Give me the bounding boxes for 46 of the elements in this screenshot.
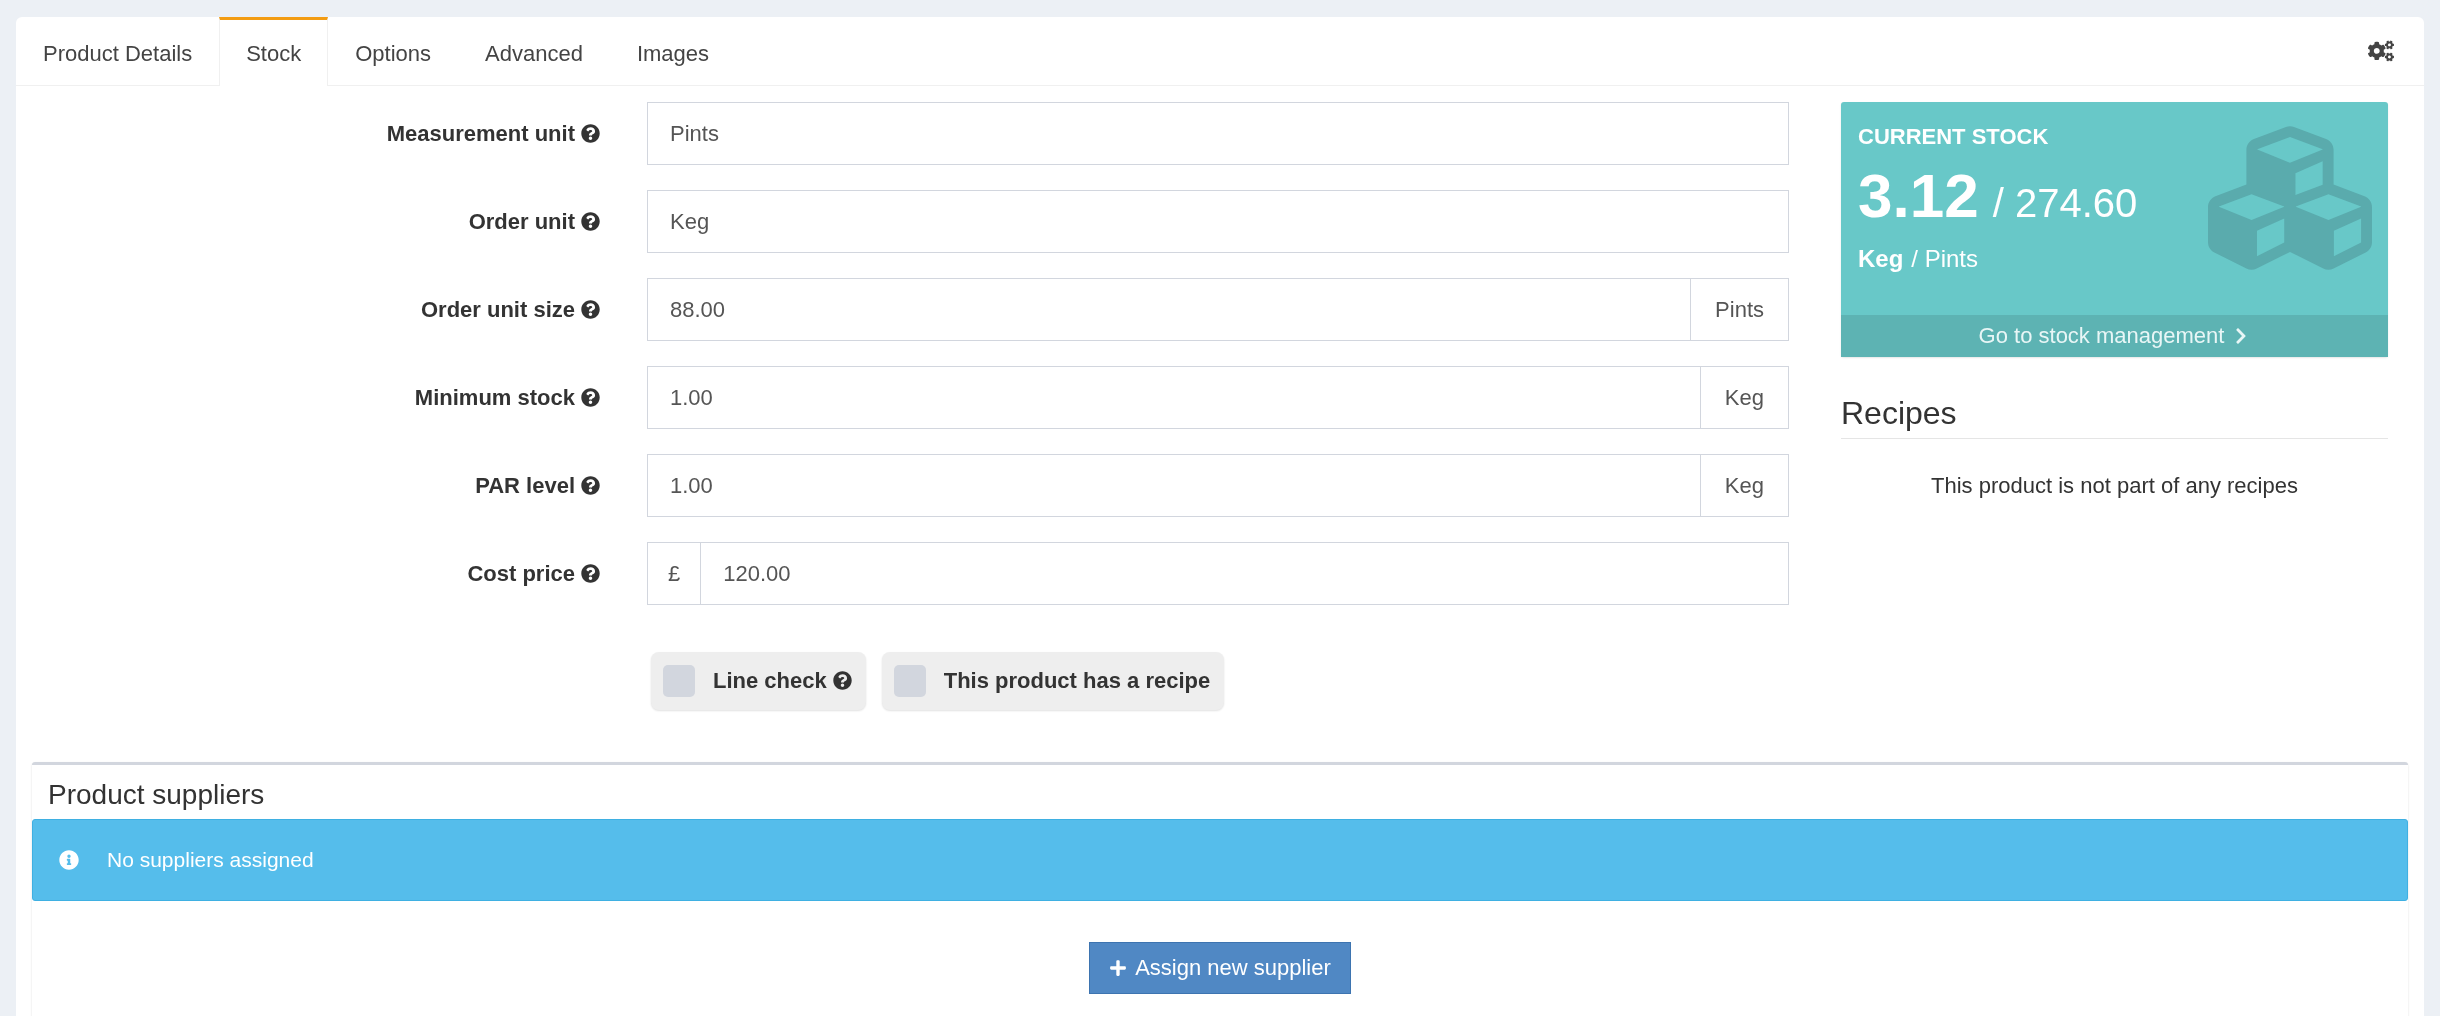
field-label: Minimum stock <box>16 384 604 411</box>
settings-icon[interactable] <box>2368 38 2394 64</box>
input-field[interactable]: 120.00 <box>700 542 1789 605</box>
panel-title: Product suppliers <box>47 778 266 812</box>
checkbox-label: Line check <box>713 668 852 694</box>
tab[interactable]: Product Details <box>16 17 220 86</box>
field-label: Order unit <box>16 208 604 235</box>
help-icon[interactable] <box>581 387 600 407</box>
tab[interactable]: Stock <box>219 17 329 86</box>
plus-icon <box>1109 959 1128 977</box>
recipes-heading: Recipes <box>1841 395 2388 439</box>
help-icon[interactable] <box>581 299 600 319</box>
alert-text: No suppliers assigned <box>107 848 314 872</box>
tab[interactable]: Options <box>328 17 459 86</box>
total-stock: / 274.60 <box>1992 181 2138 226</box>
input-field[interactable]: Keg <box>647 190 1789 253</box>
help-icon[interactable] <box>581 475 600 495</box>
field-label: Measurement unit <box>16 120 604 147</box>
measure-unit: / Pints <box>1911 245 1979 273</box>
help-icon[interactable] <box>581 563 600 583</box>
input-field[interactable]: Pints <box>647 102 1789 165</box>
tab[interactable]: Advanced <box>458 17 610 86</box>
unit-addon: Keg <box>1700 454 1789 517</box>
stock-title: CURRENT STOCK <box>1858 124 2049 150</box>
help-icon[interactable] <box>581 123 600 143</box>
field-label: Cost price <box>16 560 604 587</box>
checkbox-toggle[interactable]: Line check <box>651 652 866 710</box>
field-label: Order unit size <box>16 296 604 323</box>
checkbox[interactable] <box>663 665 695 697</box>
help-icon[interactable] <box>832 671 852 690</box>
input-field[interactable]: 88.00 <box>647 278 1692 341</box>
current-stock: 3.12 <box>1858 160 1979 231</box>
checkbox[interactable] <box>893 665 926 697</box>
field-label: PAR level <box>16 472 604 499</box>
checkbox-toggle[interactable]: This product has a recipe <box>881 652 1225 710</box>
input-field[interactable]: 1.00 <box>647 454 1701 517</box>
order-unit: Keg <box>1858 245 1904 273</box>
info-icon <box>59 850 79 870</box>
unit-addon: Keg <box>1700 366 1789 429</box>
checkbox-label: This product has a recipe <box>943 668 1211 694</box>
help-icon[interactable] <box>581 211 600 231</box>
assign-supplier-button[interactable]: Assign new supplier <box>1089 942 1351 994</box>
tab[interactable]: Images <box>609 17 737 86</box>
empty-message: This product is not part of any recipes <box>1930 473 2299 499</box>
input-field[interactable]: 1.00 <box>647 366 1701 429</box>
unit-addon: Pints <box>1691 278 1789 341</box>
